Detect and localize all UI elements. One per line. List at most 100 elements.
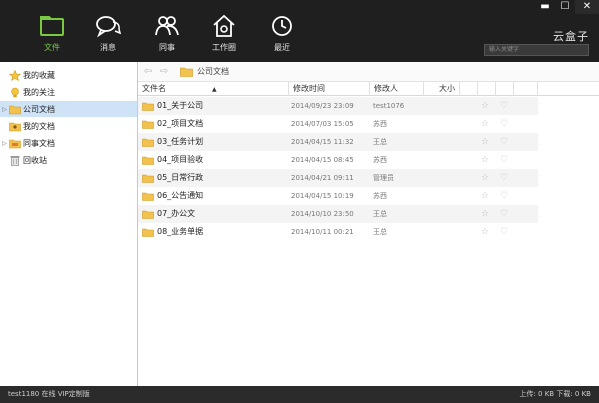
table-row[interactable]: 07_办公文 2014/10/10 23:50 王总 ☆ ♡ (138, 205, 538, 223)
sidebar-item-recycle-bin[interactable]: 回收站 (0, 152, 137, 168)
table-row[interactable]: 01_关于公司 2014/09/23 23:09 test1076 ☆ ♡ (138, 97, 538, 115)
modified-time: 2014/04/15 10:19 (291, 192, 354, 200)
folder-icon (142, 102, 154, 111)
favorite-star-icon[interactable]: ☆ (481, 187, 489, 205)
nav-files[interactable]: 文件 (30, 14, 74, 53)
user-status: test1180 在线 VIP定制版 (8, 390, 90, 398)
file-browser: ⇦ ⇨ 公司文档 文件名 ▲ 修改时间 修改人 大小 01_关于公司 2014/0… (138, 62, 599, 386)
column-header-modified[interactable]: 修改时间 (289, 82, 370, 96)
favorite-star-icon[interactable]: ☆ (481, 115, 489, 133)
expand-arrow-icon[interactable]: ▷ (0, 106, 9, 113)
transfer-status: 上传: 0 KB 下载: 0 KB (519, 390, 591, 398)
table-row[interactable]: 08_业务单据 2014/10/11 00:21 王总 ☆ ♡ (138, 223, 538, 241)
sidebar: 我的收藏 我的关注 ▷ 公司文档 我的文档 ▷ 同事文档 回收站 (0, 62, 138, 386)
file-name-cell[interactable]: 06_公告通知 (142, 187, 203, 205)
my-docs-icon (9, 122, 21, 131)
table-row[interactable]: 04_项目验收 2014/04/15 08:45 苏西 ☆ ♡ (138, 151, 538, 169)
folder-icon (142, 120, 154, 129)
modified-time: 2014/04/21 09:11 (291, 174, 354, 182)
sidebar-item-favorites[interactable]: 我的收藏 (0, 67, 137, 83)
column-header-size[interactable]: 大小 (424, 82, 460, 96)
column-header-name[interactable]: 文件名 ▲ (138, 82, 289, 96)
follow-icon[interactable]: ♡ (500, 97, 508, 115)
modifier-name: 王总 (373, 210, 387, 218)
file-name-cell[interactable]: 02_项目文档 (142, 115, 203, 133)
table-header: 文件名 ▲ 修改时间 修改人 大小 (138, 82, 599, 96)
favorite-star-icon[interactable]: ☆ (481, 223, 489, 241)
modifier-name: 王总 (373, 138, 387, 146)
breadcrumb[interactable]: 公司文档 (197, 66, 229, 77)
sidebar-item-label: 公司文档 (23, 104, 55, 114)
file-name-cell[interactable]: 04_项目验收 (142, 151, 203, 169)
file-name-cell[interactable]: 07_办公文 (142, 205, 195, 223)
file-name-cell[interactable]: 05_日常行政 (142, 169, 203, 187)
folder-icon (142, 192, 154, 201)
nav-colleagues[interactable]: 同事 (145, 14, 189, 53)
modified-time: 2014/07/03 15:05 (291, 120, 354, 128)
favorite-star-icon[interactable]: ☆ (481, 169, 489, 187)
follow-icon[interactable]: ♡ (500, 133, 508, 151)
nav-messages[interactable]: 消息 (86, 14, 130, 53)
expand-arrow-icon[interactable]: ▷ (0, 140, 9, 147)
address-bar: ⇦ ⇨ 公司文档 (138, 62, 599, 82)
column-header-spacer (514, 82, 538, 96)
follow-icon[interactable]: ♡ (500, 187, 508, 205)
folder-icon (40, 16, 64, 36)
favorite-star-icon[interactable]: ☆ (481, 97, 489, 115)
folder-icon (9, 105, 21, 114)
modified-time: 2014/04/15 08:45 (291, 156, 354, 164)
folder-icon (142, 138, 154, 147)
star-icon (9, 69, 21, 81)
file-name: 07_办公文 (157, 209, 196, 218)
file-name-cell[interactable]: 03_任务计划 (142, 133, 203, 151)
folder-icon (142, 156, 154, 165)
nav-messages-label: 消息 (100, 43, 116, 52)
follow-icon[interactable]: ♡ (500, 169, 508, 187)
favorite-star-icon[interactable]: ☆ (481, 151, 489, 169)
bulb-icon (11, 87, 19, 97)
favorite-star-icon[interactable]: ☆ (481, 205, 489, 223)
nav-files-label: 文件 (44, 43, 60, 52)
nav-work-circle-label: 工作圈 (212, 43, 236, 52)
table-row[interactable]: 03_任务计划 2014/04/15 11:32 王总 ☆ ♡ (138, 133, 538, 151)
sidebar-item-company-docs[interactable]: ▷ 公司文档 (0, 101, 137, 117)
window-controls: ▬ ☐ ✕ (535, 0, 599, 14)
modifier-name: 管理员 (373, 174, 394, 182)
favorite-star-icon[interactable]: ☆ (481, 133, 489, 151)
column-header-spacer (496, 82, 514, 96)
follow-icon[interactable]: ♡ (500, 205, 508, 223)
modifier-name: 苏西 (373, 120, 387, 128)
follow-icon[interactable]: ♡ (500, 115, 508, 133)
brand-logo: 云盒子 (553, 30, 589, 43)
column-header-modifier[interactable]: 修改人 (370, 82, 424, 96)
work-circle-icon (213, 14, 235, 37)
follow-icon[interactable]: ♡ (500, 151, 508, 169)
sidebar-item-label: 我的关注 (23, 87, 55, 97)
maximize-button[interactable]: ☐ (555, 0, 575, 14)
back-arrow-icon[interactable]: ⇦ (140, 66, 156, 77)
sidebar-item-following[interactable]: 我的关注 (0, 84, 137, 100)
folder-icon (142, 174, 154, 183)
close-button[interactable]: ✕ (575, 0, 599, 14)
minimize-button[interactable]: ▬ (535, 0, 555, 14)
nav-work-circle[interactable]: 工作圈 (202, 14, 246, 53)
colleagues-icon (155, 16, 179, 36)
search-input[interactable]: 输入关键字 (484, 44, 589, 56)
table-row[interactable]: 06_公告通知 2014/04/15 10:19 苏西 ☆ ♡ (138, 187, 538, 205)
follow-icon[interactable]: ♡ (500, 223, 508, 241)
shared-docs-icon (9, 139, 21, 148)
file-name: 02_项目文档 (157, 119, 204, 128)
nav-recent[interactable]: 最近 (260, 14, 304, 53)
table-row[interactable]: 02_项目文档 2014/07/03 15:05 苏西 ☆ ♡ (138, 115, 538, 133)
file-name: 08_业务单据 (157, 227, 204, 236)
table-row[interactable]: 05_日常行政 2014/04/21 09:11 管理员 ☆ ♡ (138, 169, 538, 187)
file-name-cell[interactable]: 08_业务单据 (142, 223, 203, 241)
sidebar-item-colleague-docs[interactable]: ▷ 同事文档 (0, 135, 137, 151)
file-name: 03_任务计划 (157, 137, 204, 146)
sidebar-item-label: 同事文档 (23, 138, 55, 148)
modified-time: 2014/04/15 11:32 (291, 138, 354, 146)
forward-arrow-icon[interactable]: ⇨ (156, 66, 172, 77)
file-name-cell[interactable]: 01_关于公司 (142, 97, 203, 115)
column-header-label: 文件名 (142, 84, 166, 93)
sidebar-item-my-docs[interactable]: 我的文档 (0, 118, 137, 134)
